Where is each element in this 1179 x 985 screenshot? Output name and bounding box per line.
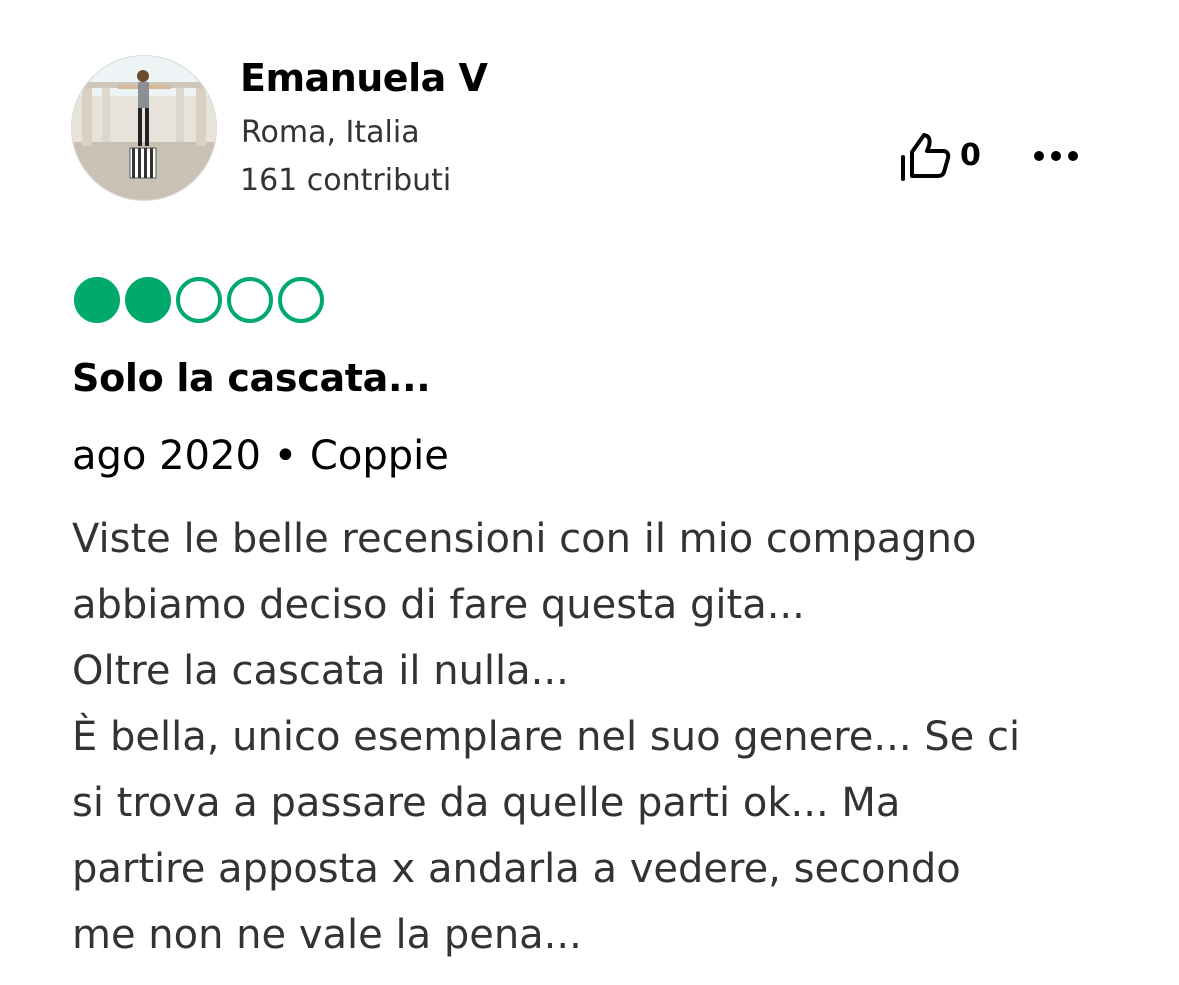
review-body-line: si trova a passare da quelle parti ok...… xyxy=(72,780,901,826)
rating-bubble xyxy=(278,277,324,323)
review-body-line: È bella, unico esemplare nel suo genere.… xyxy=(72,714,1021,760)
more-options-icon xyxy=(1034,151,1078,161)
avatar-photo xyxy=(72,56,216,200)
review-body-line: abbiamo deciso di fare questa gita... xyxy=(72,582,805,628)
rating-bubble xyxy=(227,277,273,323)
user-name[interactable]: Emanuela V xyxy=(240,52,488,104)
review-body-line: me non ne vale la pena... xyxy=(72,912,582,958)
user-contributions: 161 contributi xyxy=(240,163,452,198)
rating-bubble xyxy=(74,277,120,323)
user-location: Roma, Italia xyxy=(241,115,420,150)
more-options-button[interactable] xyxy=(1030,136,1090,176)
rating-bubbles xyxy=(74,277,329,323)
avatar[interactable] xyxy=(72,56,216,200)
helpful-vote-button[interactable]: 0 xyxy=(898,128,981,184)
review-meta: ago 2020 • Coppie xyxy=(72,433,449,479)
review-body-line: Viste le belle recensioni con il mio com… xyxy=(72,516,977,562)
review-body-line: partire apposta x andarla a vedere, seco… xyxy=(72,846,961,892)
thumbs-up-icon xyxy=(901,133,951,181)
review-body-line: Oltre la cascata il nulla... xyxy=(72,648,569,694)
rating-bubble xyxy=(176,277,222,323)
rating-bubble xyxy=(125,277,171,323)
helpful-count: 0 xyxy=(960,138,981,173)
review-title: Solo la cascata... xyxy=(72,356,431,400)
review-body: Viste le belle recensioni con il mio com… xyxy=(72,506,1112,968)
